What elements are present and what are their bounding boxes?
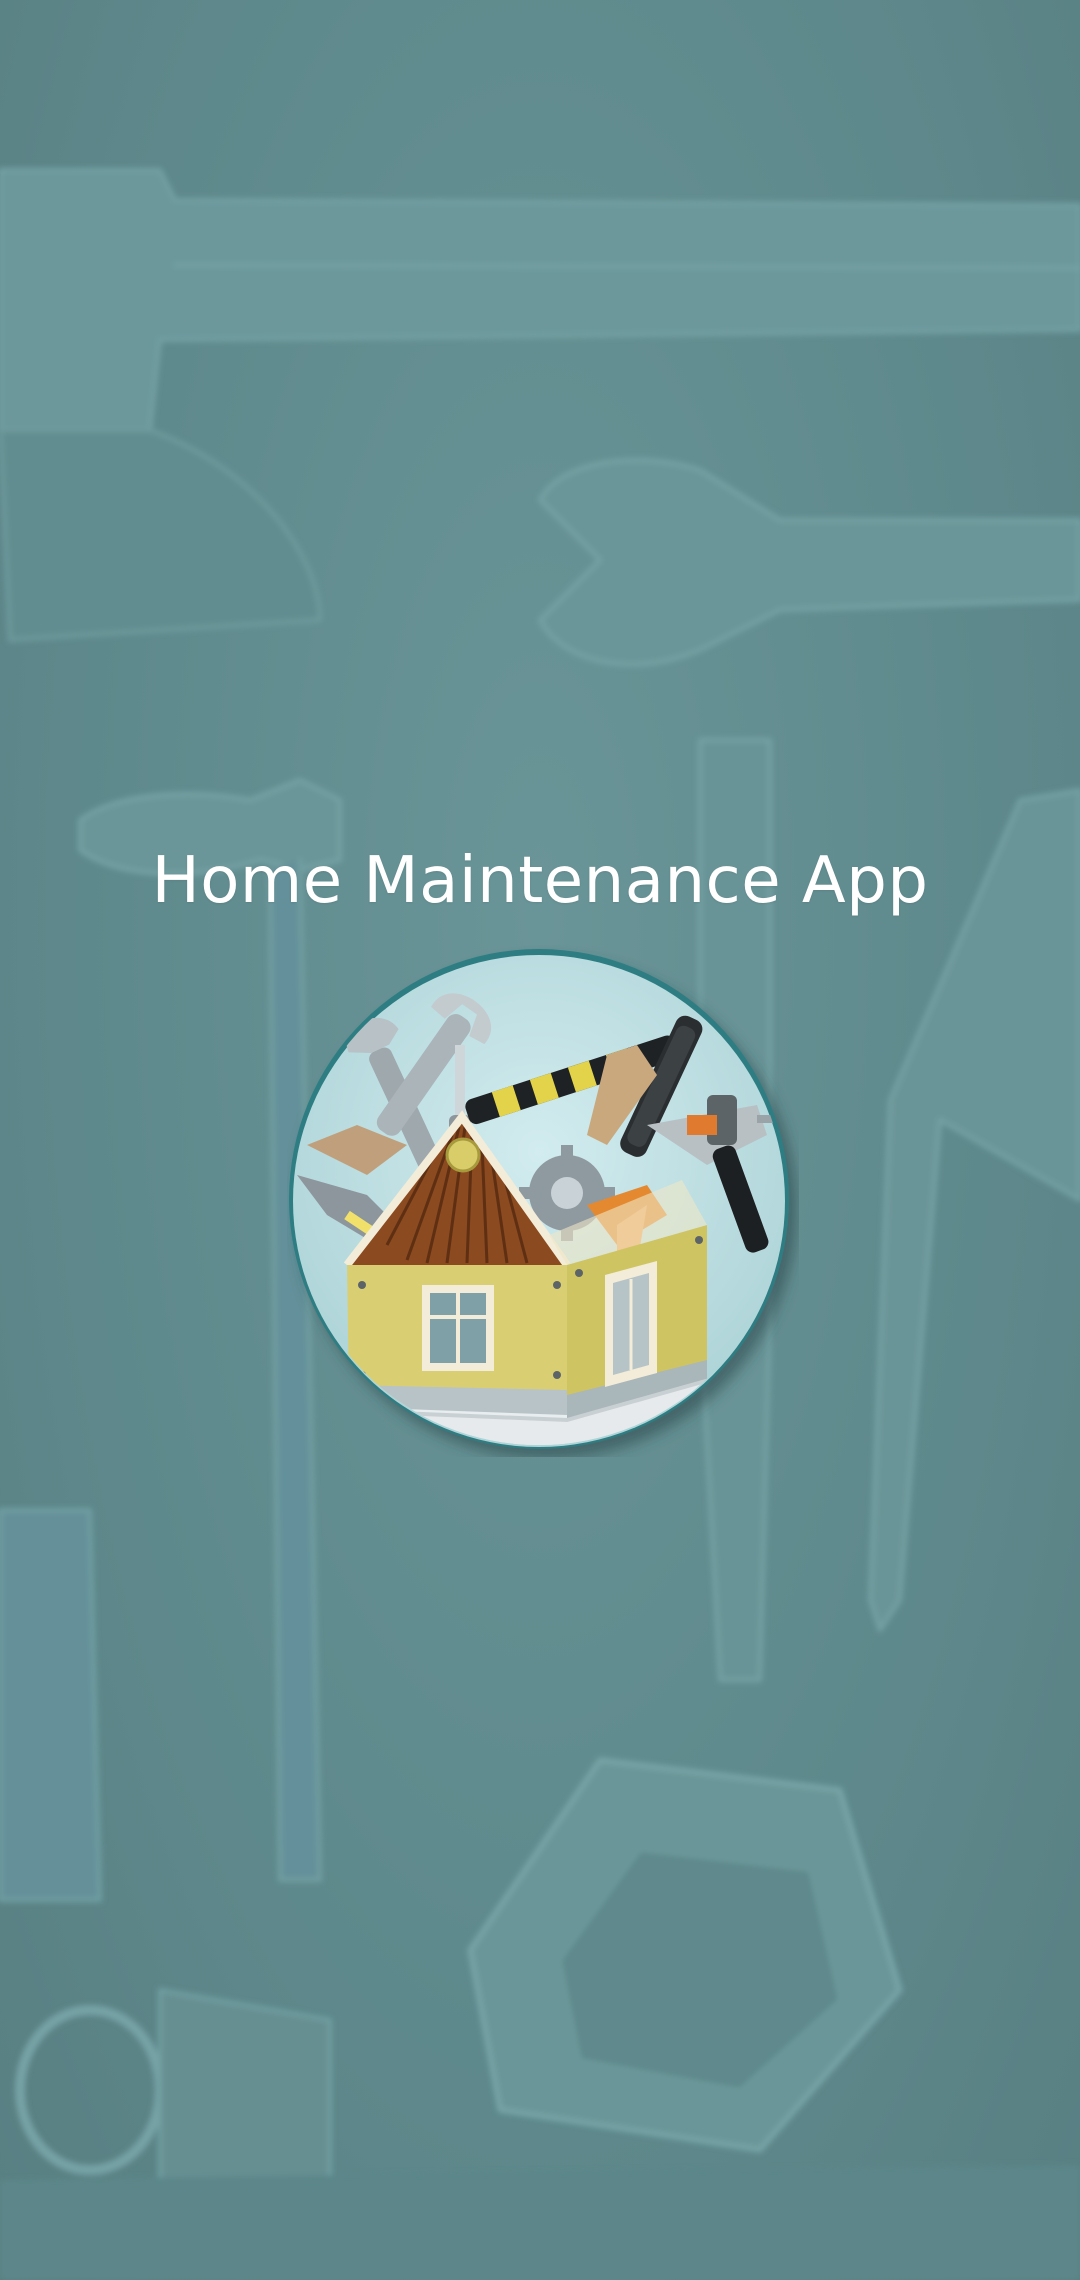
house-toolbox-icon [287,945,799,1457]
splash-screen: Home Maintenance App [0,0,1080,2280]
app-title: Home Maintenance App [151,844,929,918]
bar-shape [0,1508,102,1902]
wrench-shape [538,458,1080,667]
sanding-block-shape [467,1757,903,2153]
